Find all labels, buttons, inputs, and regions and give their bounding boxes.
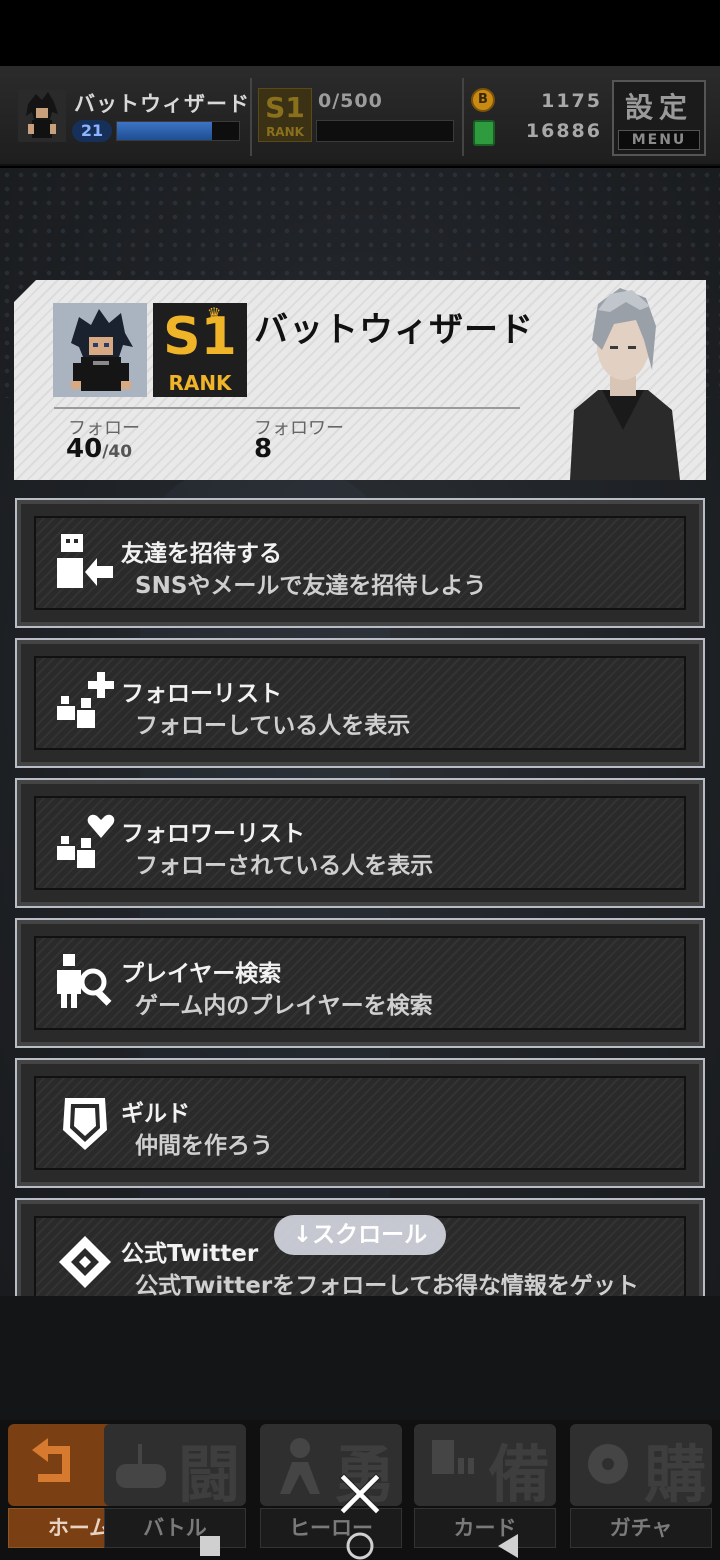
- menu-item-title: 公式Twitter: [121, 1241, 259, 1267]
- profile-divider: [54, 407, 520, 409]
- pixel-hero-icon: [53, 303, 147, 397]
- menu-item-title: 友達を招待する: [121, 541, 282, 567]
- tab-glyph: 購: [643, 1438, 706, 1506]
- menu-item-subtitle: ゲーム内のプレイヤーを検索: [135, 993, 433, 1019]
- ticket-icon: [473, 120, 495, 146]
- menu-label: MENU: [618, 130, 700, 150]
- top-hud: バットウィザード 21 S1 RANK 0/500 B 1175 16886 設…: [0, 66, 720, 166]
- guild-shield-icon: [63, 1098, 107, 1150]
- level-badge: 21: [72, 120, 112, 142]
- gamepad-icon: [116, 1444, 166, 1488]
- exp-bar: [116, 121, 240, 141]
- coin-icon: B: [471, 88, 495, 112]
- settings-menu-button[interactable]: 設定 MENU: [612, 80, 706, 156]
- tab-art: 闘: [104, 1424, 246, 1506]
- tab-glyph: 備: [487, 1438, 550, 1506]
- rank-label: RANK: [168, 371, 232, 395]
- ticket-count: 16886: [525, 120, 602, 142]
- invite-friend-icon: [57, 534, 113, 588]
- close-icon[interactable]: [336, 1470, 384, 1518]
- hud-divider: [462, 78, 464, 156]
- menu-item-player-search[interactable]: プレイヤー検索 ゲーム内のプレイヤーを検索: [15, 918, 705, 1048]
- scroll-hint[interactable]: ↓スクロール: [274, 1215, 446, 1255]
- status-bar: [0, 0, 720, 66]
- menu-item-title: プレイヤー検索: [121, 961, 282, 987]
- hero-portrait: [540, 280, 706, 480]
- twitter-diamond-icon: [59, 1236, 111, 1288]
- hero-portrait-art: [570, 288, 680, 480]
- menu-item-subtitle: フォローしている人を表示: [135, 713, 411, 739]
- menu-item-subtitle: SNSやメールで友達を招待しよう: [135, 573, 487, 599]
- follow-count: 40/40: [66, 434, 132, 464]
- menu-item-subtitle: 公式Twitterをフォローしてお得な情報をゲット: [135, 1273, 639, 1296]
- rank-emblem: ♛ S1 RANK: [153, 303, 247, 397]
- follower-count: 8: [254, 434, 273, 464]
- profile-card: ♛ S1 RANK バットウィザード フォロー 40/40 フォロワー 8: [14, 280, 706, 480]
- menu-item-title: フォローリスト: [121, 681, 282, 707]
- player-name: バットウィザード: [74, 92, 250, 116]
- tab-art: 購: [570, 1424, 712, 1506]
- home-circle-icon: [346, 1532, 374, 1560]
- rank-mini-label: RANK: [266, 125, 304, 139]
- follow-max: /40: [102, 442, 133, 462]
- rank-points: 0/500: [318, 90, 383, 112]
- menu-item-title: ギルド: [121, 1101, 190, 1127]
- rank-mini-number: S1: [265, 91, 305, 124]
- tab-art: 備: [414, 1424, 556, 1506]
- menu-list[interactable]: 友達を招待する SNSやメールで友達を招待しよう フォローリスト フォローしてい…: [0, 496, 720, 1296]
- follow-add-icon: [57, 672, 114, 728]
- exp-bar-fill: [117, 122, 213, 140]
- menu-item-title: フォロワーリスト: [121, 821, 305, 847]
- back-triangle-icon: [498, 1534, 518, 1558]
- tab-glyph: 闘: [177, 1438, 240, 1506]
- menu-item-subtitle: フォローされている人を表示: [135, 853, 434, 879]
- menu-item-guild[interactable]: ギルド 仲間を作ろう: [15, 1058, 705, 1188]
- profile-name: バットウィザード: [254, 310, 534, 350]
- gacha-ball-icon: [588, 1444, 628, 1484]
- profile-avatar: [53, 303, 147, 397]
- card-stack-icon: [432, 1440, 474, 1474]
- menu-item-follow-list[interactable]: フォローリスト フォローしている人を表示: [15, 638, 705, 768]
- recent-apps-icon: [200, 1536, 220, 1556]
- menu-item-follower-list[interactable]: フォロワーリスト フォローされている人を表示: [15, 778, 705, 908]
- hero-figure-icon: [280, 1438, 320, 1494]
- rank-number: S1: [163, 307, 237, 367]
- follow-count-value: 40: [66, 434, 103, 464]
- rank-points-bar: [316, 120, 454, 142]
- rank-mini-badge: S1 RANK: [258, 88, 312, 142]
- settings-kanji: 設定: [624, 91, 693, 124]
- follower-heart-icon: [57, 814, 115, 868]
- menu-item-invite-friends[interactable]: 友達を招待する SNSやメールで友達を招待しよう: [15, 498, 705, 628]
- player-avatar-icon[interactable]: [18, 90, 66, 142]
- player-search-icon: [57, 954, 112, 1008]
- menu-item-subtitle: 仲間を作ろう: [135, 1133, 273, 1159]
- coin-count: 1175: [541, 90, 602, 112]
- system-nav-bar: [200, 1532, 518, 1560]
- hud-divider: [250, 78, 252, 156]
